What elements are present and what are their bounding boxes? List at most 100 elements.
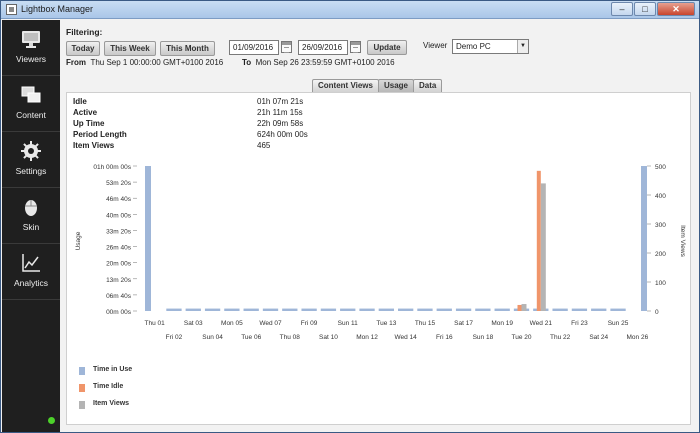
x-tick-label: Sun 25 — [608, 320, 629, 327]
this-month-button[interactable]: This Month — [160, 41, 215, 56]
gear-icon — [21, 141, 41, 161]
sidebar-item-skin[interactable]: Skin — [2, 188, 60, 244]
stat-value: 465 — [257, 141, 271, 150]
viewer-select-value: Demo PC — [456, 42, 491, 51]
bar-time-in-use — [591, 308, 607, 311]
sidebar-item-content[interactable]: Content — [2, 76, 60, 132]
bar-time-in-use — [320, 308, 337, 311]
sidebar-item-label: Viewers — [15, 54, 47, 64]
tab-usage[interactable]: Usage — [377, 79, 414, 92]
connection-status-icon — [48, 417, 55, 424]
y-tick-label: 40m 00s — [106, 212, 132, 219]
bar-time-in-use — [166, 308, 182, 311]
chevron-down-icon[interactable]: ▼ — [517, 40, 528, 53]
x-tick-label: Thu 15 — [415, 320, 436, 327]
viewer-label: Viewer — [423, 41, 448, 50]
view-tabs: Content Views Usage Data — [312, 79, 443, 92]
legend-item: Time in Use — [79, 366, 199, 376]
stat-key: Item Views — [73, 141, 115, 150]
bar-time-in-use — [571, 308, 588, 311]
from-range-value: Thu Sep 1 00:00:00 GMT+0100 2016 — [90, 58, 224, 67]
legend-item: Time Idle — [79, 383, 199, 393]
bar-time-in-use — [243, 308, 259, 311]
stat-key: Period Length — [73, 130, 127, 139]
from-range: From Thu Sep 1 00:00:00 GMT+0100 2016 — [66, 58, 223, 67]
today-button[interactable]: Today — [66, 41, 100, 56]
main-content: Filtering: Today This Week This Month 01… — [60, 20, 699, 432]
y-axis-label: Usage — [75, 231, 82, 250]
x-tick-label: Sat 10 — [319, 334, 338, 341]
bar-time-in-use — [359, 308, 375, 311]
sidebar-item-settings[interactable]: Settings — [2, 132, 60, 188]
to-range-label: To — [242, 58, 252, 67]
x-tick-label: Fri 09 — [301, 320, 318, 327]
monitor-icon — [22, 31, 40, 48]
legend-swatch — [79, 384, 85, 392]
bar-time-in-use — [417, 308, 433, 311]
to-range: To Mon Sep 26 23:59:59 GMT+0100 2016 — [242, 58, 395, 67]
legend-label: Item Views — [93, 400, 130, 407]
bar-time-in-use — [610, 308, 626, 311]
bar-time-in-use — [340, 308, 356, 311]
y-tick-label: 20m 00s — [106, 261, 132, 268]
to-range-value: Mon Sep 26 23:59:59 GMT+0100 2016 — [255, 58, 395, 67]
y-tick-label: 53m 20s — [106, 180, 132, 187]
bar-time-in-use — [301, 308, 317, 311]
from-calendar-icon[interactable] — [281, 41, 292, 53]
minimize-button[interactable]: – — [611, 2, 633, 16]
bar-time-in-use — [282, 308, 298, 311]
x-tick-label: Sat 17 — [454, 320, 473, 327]
line-chart-icon — [22, 254, 40, 272]
from-date-input[interactable]: 01/09/2016 — [229, 40, 279, 55]
x-tick-label: Sat 03 — [184, 320, 203, 327]
y-tick-label: 33m 20s — [106, 228, 132, 235]
x-tick-label: Mon 19 — [491, 320, 513, 327]
y2-tick-label: 200 — [655, 251, 666, 258]
title-bar[interactable]: Lightbox Manager – □ ✕ — [1, 1, 699, 19]
app-window: Lightbox Manager – □ ✕ Viewers Content S… — [0, 0, 700, 433]
stat-value: 21h 11m 15s — [257, 108, 303, 117]
to-date-input[interactable]: 26/09/2016 — [298, 40, 348, 55]
x-tick-label: Fri 16 — [436, 334, 453, 341]
content-windows-icon — [21, 86, 41, 103]
sidebar-item-label: Skin — [22, 222, 40, 232]
bar-time-in-use — [378, 308, 394, 311]
bar-item-views — [540, 183, 546, 311]
bar-time-in-use — [262, 308, 279, 311]
y2-tick-label: 0 — [655, 309, 659, 316]
bar-time-in-use — [204, 308, 221, 311]
tab-data[interactable]: Data — [413, 79, 443, 92]
x-tick-label: Fri 02 — [166, 334, 183, 341]
x-tick-label: Tue 13 — [376, 320, 396, 327]
sidebar-item-viewers[interactable]: Viewers — [2, 20, 60, 76]
update-button[interactable]: Update — [367, 40, 407, 55]
bar-time-idle — [517, 304, 522, 311]
stat-value: 01h 07m 21s — [257, 97, 304, 106]
x-tick-label: Thu 01 — [145, 320, 166, 327]
legend-label: Time in Use — [93, 366, 133, 373]
x-tick-label: Thu 22 — [550, 334, 571, 341]
maximize-button[interactable]: □ — [634, 2, 656, 16]
tab-content-views[interactable]: Content Views — [312, 79, 379, 92]
sidebar-item-label: Analytics — [13, 278, 48, 288]
y-tick-label: 01h 00m 00s — [93, 164, 131, 171]
y2-axis-label: Item Views — [679, 225, 686, 257]
x-tick-label: Sun 04 — [202, 334, 223, 341]
x-tick-label: Sun 18 — [473, 334, 494, 341]
window-title: Lightbox Manager — [21, 4, 94, 14]
legend-item: Item Views — [79, 400, 199, 410]
close-button[interactable]: ✕ — [657, 2, 695, 16]
x-tick-label: Wed 07 — [259, 320, 282, 327]
usage-chart: 00m 00s 06m 40s 13m 20s 20m 00s 26m 40s 33m 2… — [75, 164, 686, 341]
stat-row: Up Time 22h 09m 58s — [73, 119, 373, 130]
app-icon — [6, 4, 17, 15]
this-week-button[interactable]: This Week — [104, 41, 156, 56]
viewer-select[interactable]: Demo PC ▼ — [452, 39, 529, 54]
stat-value: 624h 00m 00s — [257, 130, 308, 139]
sidebar-item-analytics[interactable]: Analytics — [2, 244, 60, 300]
bar-time-in-use — [224, 308, 240, 311]
stat-key: Up Time — [73, 119, 105, 128]
x-tick-label: Fri 23 — [571, 320, 588, 327]
stat-value: 22h 09m 58s — [257, 119, 304, 128]
to-calendar-icon[interactable] — [350, 41, 361, 53]
